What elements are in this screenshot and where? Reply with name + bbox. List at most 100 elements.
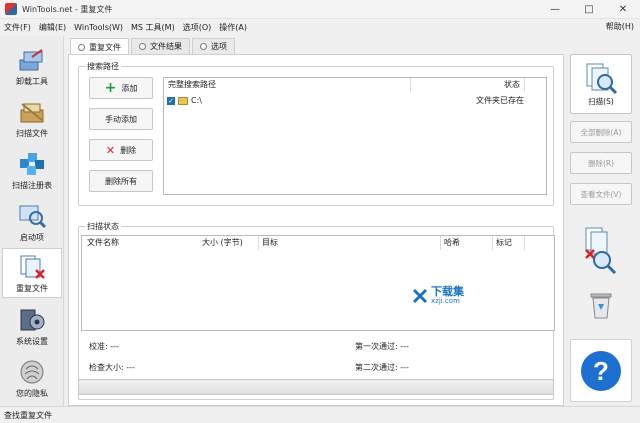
column-separator bbox=[410, 78, 411, 92]
column-separator bbox=[524, 236, 525, 250]
view-file-label: 查看文件(V) bbox=[580, 189, 622, 199]
watermark-logo-icon bbox=[412, 288, 428, 303]
tab-duplicate-files[interactable]: 重复文件 bbox=[70, 38, 129, 55]
manual-add-label: 手动添加 bbox=[105, 114, 137, 124]
scan-status-group: 扫描状态 文件名称 大小 (字节) 目标 哈希 标记 校准: --- 检查大小:… bbox=[78, 221, 555, 400]
column-size[interactable]: 大小 (字节) bbox=[202, 236, 243, 250]
watermark: 下载集 xzji.com bbox=[412, 286, 464, 305]
duplicate-files-icon bbox=[17, 253, 47, 281]
delete-x-icon: ✕ bbox=[105, 143, 116, 157]
column-target[interactable]: 目标 bbox=[262, 236, 278, 250]
search-paths-group: 搜索路径 + 添加 手动添加 ✕ 删除 删除所有 完整搜索路径 状态 ✓ C:\… bbox=[78, 61, 554, 206]
minimize-button[interactable]: — bbox=[538, 0, 572, 19]
tab-radio-icon bbox=[139, 43, 146, 50]
scan-status-title: 扫描状态 bbox=[85, 221, 121, 232]
column-full-path[interactable]: 完整搜索路径 bbox=[168, 78, 216, 92]
view-file-button[interactable]: 查看文件(V) bbox=[570, 183, 632, 205]
menu-help[interactable]: 帮助(H) bbox=[606, 21, 634, 32]
delete-all-action-button[interactable]: 全部删除(A) bbox=[570, 121, 632, 143]
second-pass-status: 第二次通过: --- bbox=[355, 363, 409, 372]
sidebar-item-label: 扫描注册表 bbox=[12, 181, 52, 190]
row-path: C:\ bbox=[191, 96, 202, 105]
table-row[interactable]: ✓ C:\ 文件夹已存在 bbox=[167, 94, 543, 107]
scan-results-list[interactable]: 文件名称 大小 (字节) 目标 哈希 标记 bbox=[81, 235, 555, 331]
delete-all-button[interactable]: 删除所有 bbox=[89, 170, 153, 192]
window-title: WinTools.net - 重复文件 bbox=[22, 4, 113, 14]
sidebar: 卸载工具 扫描文件 扫描注册表 启动项 重复文件 系统设置 您的隐私 bbox=[0, 36, 64, 406]
search-paths-list[interactable]: 完整搜索路径 状态 ✓ C:\ 文件夹已存在 bbox=[163, 77, 547, 195]
window-controls: — □ ✕ bbox=[538, 0, 640, 19]
system-settings-icon bbox=[17, 306, 47, 334]
first-pass-status: 第一次通过: --- bbox=[355, 342, 409, 351]
watermark-sub: xzji.com bbox=[431, 297, 460, 305]
close-button[interactable]: ✕ bbox=[606, 0, 640, 19]
search-paths-title: 搜索路径 bbox=[85, 61, 121, 72]
menu-ms-tools[interactable]: MS 工具(M) bbox=[127, 22, 179, 33]
delete-button[interactable]: ✕ 删除 bbox=[89, 139, 153, 161]
column-hash[interactable]: 哈希 bbox=[444, 236, 460, 250]
scan-button[interactable]: 扫描(S) bbox=[570, 54, 632, 114]
maximize-button[interactable]: □ bbox=[572, 0, 606, 19]
tab-radio-icon bbox=[200, 43, 207, 50]
delete-action-button[interactable]: 删除(R) bbox=[570, 152, 632, 174]
sidebar-item-label: 扫描文件 bbox=[16, 129, 48, 138]
sidebar-item-privacy[interactable]: 您的隐私 bbox=[2, 352, 62, 402]
uninstall-icon bbox=[17, 46, 47, 74]
status-bar: 查找重复文件 bbox=[0, 406, 640, 423]
sidebar-item-label: 系统设置 bbox=[16, 337, 48, 346]
sidebar-item-label: 启动项 bbox=[20, 233, 44, 242]
status-text: 查找重复文件 bbox=[4, 410, 52, 420]
sidebar-item-scan-files[interactable]: 扫描文件 bbox=[2, 92, 62, 142]
plus-icon: + bbox=[104, 80, 117, 96]
sidebar-item-label: 重复文件 bbox=[16, 284, 48, 293]
tab-file-results[interactable]: 文件结果 bbox=[131, 38, 190, 54]
menu-actions[interactable]: 操作(A) bbox=[215, 22, 251, 33]
add-button[interactable]: + 添加 bbox=[89, 77, 153, 99]
scan-button-label: 扫描(S) bbox=[588, 96, 614, 106]
manual-add-button[interactable]: 手动添加 bbox=[89, 108, 153, 130]
tab-label: 重复文件 bbox=[89, 42, 121, 52]
sidebar-item-system-settings[interactable]: 系统设置 bbox=[2, 300, 62, 350]
sidebar-item-label: 卸载工具 bbox=[16, 77, 48, 86]
sidebar-item-startup[interactable]: 启动项 bbox=[2, 196, 62, 246]
column-file-name[interactable]: 文件名称 bbox=[87, 236, 119, 250]
scan-files-icon bbox=[17, 98, 47, 126]
tab-options[interactable]: 选项 bbox=[192, 38, 235, 54]
menu-wintools[interactable]: WinTools(W) bbox=[70, 23, 127, 32]
scan-magnifier-icon bbox=[586, 63, 618, 94]
help-question-icon: ? bbox=[581, 350, 621, 391]
main-panel: 搜索路径 + 添加 手动添加 ✕ 删除 删除所有 完整搜索路径 状态 ✓ C:\… bbox=[68, 54, 564, 406]
add-button-label: 添加 bbox=[121, 83, 138, 93]
column-mark[interactable]: 标记 bbox=[496, 236, 512, 250]
sidebar-item-uninstall[interactable]: 卸载工具 bbox=[2, 40, 62, 90]
checksum-status: 校准: --- bbox=[89, 342, 119, 351]
sidebar-item-scan-registry[interactable]: 扫描注册表 bbox=[2, 144, 62, 194]
menu-bar: 文件(F) 编辑(E) WinTools(W) MS 工具(M) 选项(O) 操… bbox=[0, 19, 640, 35]
column-status[interactable]: 状态 bbox=[504, 78, 520, 92]
menu-file[interactable]: 文件(F) bbox=[0, 22, 35, 33]
row-status: 文件夹已存在 bbox=[476, 96, 524, 105]
sidebar-item-label: 您的隐私 bbox=[16, 389, 48, 398]
tab-label: 文件结果 bbox=[150, 42, 182, 51]
menu-edit[interactable]: 编辑(E) bbox=[35, 22, 70, 33]
help-button[interactable]: ? bbox=[570, 339, 632, 402]
column-separator bbox=[492, 236, 493, 250]
delete-button-label: 删除 bbox=[120, 145, 137, 155]
scan-registry-icon bbox=[17, 150, 47, 178]
delete-all-label: 删除所有 bbox=[105, 176, 137, 186]
tab-radio-icon bbox=[78, 43, 85, 51]
title-bar: WinTools.net - 重复文件 — □ ✕ bbox=[0, 0, 640, 19]
checkbox[interactable]: ✓ bbox=[167, 96, 175, 105]
tab-bar: 重复文件 文件结果 选项 bbox=[70, 38, 237, 55]
watermark-main: 下载集 bbox=[431, 285, 464, 298]
app-icon bbox=[5, 3, 17, 15]
svg-text:?: ? bbox=[593, 356, 609, 386]
column-separator bbox=[524, 78, 525, 92]
tab-label: 选项 bbox=[211, 42, 227, 51]
menu-options[interactable]: 选项(O) bbox=[179, 22, 216, 33]
startup-icon bbox=[17, 202, 47, 230]
check-size-status: 检查大小: --- bbox=[89, 363, 135, 372]
recycle-bin-icon bbox=[588, 290, 614, 320]
sidebar-item-duplicate-files[interactable]: 重复文件 bbox=[2, 248, 62, 298]
column-separator bbox=[258, 236, 259, 250]
